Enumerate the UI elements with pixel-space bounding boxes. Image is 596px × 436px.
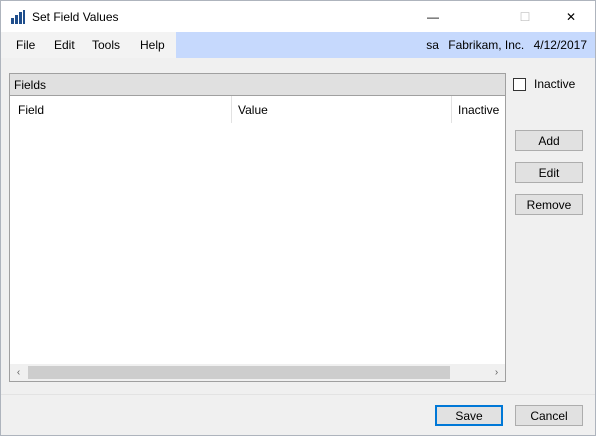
column-header-value[interactable]: Value: [238, 103, 268, 117]
scroll-right-button[interactable]: ›: [488, 364, 505, 381]
edit-button[interactable]: Edit: [515, 162, 583, 183]
inactive-checkbox-label: Inactive: [534, 77, 576, 91]
remove-button[interactable]: Remove: [515, 194, 583, 215]
edit-button-label: Edit: [538, 165, 560, 180]
horizontal-scrollbar[interactable]: ‹ ›: [10, 364, 505, 381]
chevron-left-icon: ‹: [16, 367, 21, 378]
maximize-icon: ☐: [519, 9, 531, 24]
dynamics-gp-app-icon: [10, 9, 26, 25]
fields-panel-title: Fields: [14, 78, 47, 92]
user-name: sa: [426, 38, 439, 52]
close-button[interactable]: ✕: [548, 1, 594, 32]
menu-bar: File Edit Tools Help sa Fabrikam, Inc. 4…: [1, 32, 595, 58]
set-field-values-window: Set Field Values — ☐ ✕ File Edit Tools H…: [0, 0, 596, 436]
column-header-inactive[interactable]: Inactive: [458, 103, 499, 117]
minimize-icon: —: [427, 9, 439, 24]
inactive-checkbox[interactable]: [513, 77, 526, 91]
add-button-label: Add: [538, 133, 560, 148]
cancel-button[interactable]: Cancel: [515, 405, 583, 426]
window-title: Set Field Values: [32, 10, 119, 24]
cancel-button-label: Cancel: [530, 408, 568, 423]
maximize-button[interactable]: ☐: [502, 1, 548, 32]
add-button[interactable]: Add: [515, 130, 583, 151]
column-header-field[interactable]: Field: [18, 103, 44, 117]
column-divider[interactable]: [231, 96, 232, 123]
footer-divider: [1, 394, 595, 395]
menu-help[interactable]: Help: [140, 38, 165, 52]
title-bar: Set Field Values — ☐ ✕: [1, 1, 595, 32]
menu-tools[interactable]: Tools: [92, 38, 120, 52]
user-date: 4/12/2017: [533, 38, 587, 52]
scroll-left-button[interactable]: ‹: [10, 364, 27, 381]
scrollbar-thumb[interactable]: [28, 366, 450, 379]
chevron-right-icon: ›: [494, 367, 499, 378]
fields-table-body[interactable]: [10, 124, 505, 364]
menu-edit[interactable]: Edit: [54, 38, 75, 52]
fields-table-header: Field Value Inactive: [10, 96, 505, 123]
close-icon: ✕: [565, 9, 577, 24]
company-name: Fabrikam, Inc.: [448, 38, 525, 52]
remove-button-label: Remove: [526, 197, 572, 212]
inactive-option[interactable]: Inactive: [513, 77, 575, 91]
column-divider[interactable]: [451, 96, 452, 123]
save-button-label: Save: [455, 408, 483, 423]
menu-file[interactable]: File: [16, 38, 35, 52]
fields-panel-header: Fields: [10, 74, 505, 96]
save-button[interactable]: Save: [435, 405, 503, 426]
fields-panel: Fields Field Value Inactive ‹ ›: [9, 73, 506, 382]
minimize-button[interactable]: —: [410, 1, 456, 32]
user-company-date: sa Fabrikam, Inc. 4/12/2017: [420, 38, 587, 52]
